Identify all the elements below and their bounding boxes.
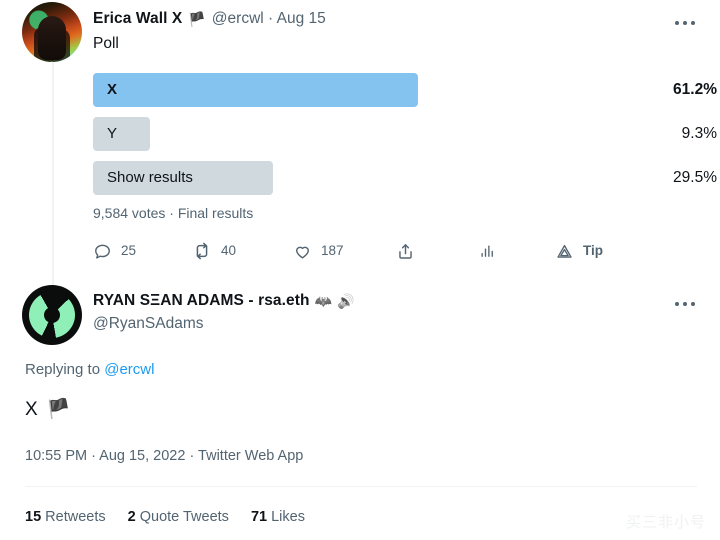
tweet1-display-name[interactable]: Erica Wall X xyxy=(93,9,182,29)
replying-to-line: Replying to @ercwl xyxy=(25,360,154,380)
stat-quote-tweets-count: 2 xyxy=(127,509,136,525)
poll-results: X 61.2% Y 9.3% Show results 29.5% xyxy=(93,70,717,202)
poll-option-label-y: Y xyxy=(107,125,118,142)
avatar-ryan-sean-adams[interactable] xyxy=(22,285,82,345)
share-icon xyxy=(399,243,412,259)
analytics-action[interactable] xyxy=(478,238,496,264)
poll-bar-x[interactable]: X xyxy=(93,73,418,107)
tweet1-action-bar: 25 40 187 Tip xyxy=(93,238,603,264)
replying-to-handle-link[interactable]: @ercwl xyxy=(104,361,154,378)
reply-count: 25 xyxy=(121,243,137,258)
stat-likes-label: Likes xyxy=(271,509,305,525)
stat-quote-tweets[interactable]: 2 Quote Tweets xyxy=(128,507,229,527)
bat-emoji-icon: 🦇 xyxy=(314,293,333,309)
retweet-icon xyxy=(196,242,208,260)
stats-divider xyxy=(25,486,697,487)
tweet2-body-text: X xyxy=(25,399,38,420)
poll-option-label-x: X xyxy=(107,81,118,98)
tip-action[interactable]: Tip xyxy=(555,238,603,264)
poll-bar-show-results[interactable]: Show results xyxy=(93,161,273,195)
poll-option-row[interactable]: Show results 29.5% xyxy=(93,158,717,198)
tweet2-handle[interactable]: @RyanSAdams xyxy=(93,314,204,334)
black-flag-icon: 🏴 xyxy=(188,11,206,27)
thread-connector-line xyxy=(52,58,54,286)
stat-retweets-label: Retweets xyxy=(45,509,106,525)
retweet-action[interactable]: 40 xyxy=(192,238,236,264)
tweet-thread-page: Erica Wall X 🏴 @ercwl · Aug 15 Poll X 61… xyxy=(0,0,720,540)
stat-retweets[interactable]: 15 Retweets xyxy=(25,507,106,527)
tweet1-body-text: Poll xyxy=(93,35,119,52)
tweet2-more-options-icon[interactable] xyxy=(668,294,702,314)
tip-label: Tip xyxy=(583,243,603,258)
speaker-emoji-icon: 🔊 xyxy=(337,293,355,309)
tweet2-stats-row: 15 Retweets 2 Quote Tweets 71 Likes xyxy=(25,507,305,527)
reply-action[interactable]: 25 xyxy=(93,238,136,264)
poll-option-row[interactable]: X 61.2% xyxy=(93,70,717,110)
poll-percent-x: 61.2% xyxy=(673,81,717,98)
tweet1-more-options-icon[interactable] xyxy=(668,13,702,33)
poll-option-label-show-results: Show results xyxy=(107,169,193,186)
tweet2-author-row: RYAN SΞAN ADAMS - rsa.eth 🦇 🔊 xyxy=(93,291,354,311)
avatar-erica-wall[interactable] xyxy=(22,2,82,62)
tip-triangle-icon xyxy=(557,244,572,258)
tweet2-display-name[interactable]: RYAN SΞAN ADAMS - rsa.eth xyxy=(93,291,310,311)
poll-vote-count-meta: 9,584 votes · Final results xyxy=(93,205,254,221)
poll-percent-show-results: 29.5% xyxy=(673,169,717,186)
stat-retweets-count: 15 xyxy=(25,509,42,525)
like-count: 187 xyxy=(321,243,344,258)
share-action[interactable] xyxy=(396,238,415,264)
poll-option-row[interactable]: Y 9.3% xyxy=(93,114,717,154)
tweet2-timestamp: 10:55 PM · Aug 15, 2022 · Twitter Web Ap… xyxy=(25,448,304,464)
replying-to-prefix: Replying to xyxy=(25,361,105,378)
retweet-count: 40 xyxy=(221,243,237,258)
stat-quote-tweets-label: Quote Tweets xyxy=(139,509,229,525)
reply-icon xyxy=(95,244,110,259)
like-action[interactable]: 187 xyxy=(293,238,344,264)
tweet1-handle-date[interactable]: @ercwl · Aug 15 xyxy=(212,9,326,29)
tweet1-author-row: Erica Wall X 🏴 @ercwl · Aug 15 xyxy=(93,9,326,29)
analytics-bars-icon xyxy=(481,245,493,257)
black-flag-icon: 🏴 xyxy=(46,399,71,420)
watermark: 买三非小号 xyxy=(625,513,706,531)
stat-likes-count: 71 xyxy=(250,509,268,525)
poll-percent-y: 9.3% xyxy=(681,125,717,142)
heart-icon xyxy=(296,246,309,259)
stat-likes[interactable]: 71 Likes xyxy=(251,507,305,527)
tweet2-body: X 🏴 xyxy=(25,397,70,423)
poll-bar-y[interactable]: Y xyxy=(93,117,150,151)
